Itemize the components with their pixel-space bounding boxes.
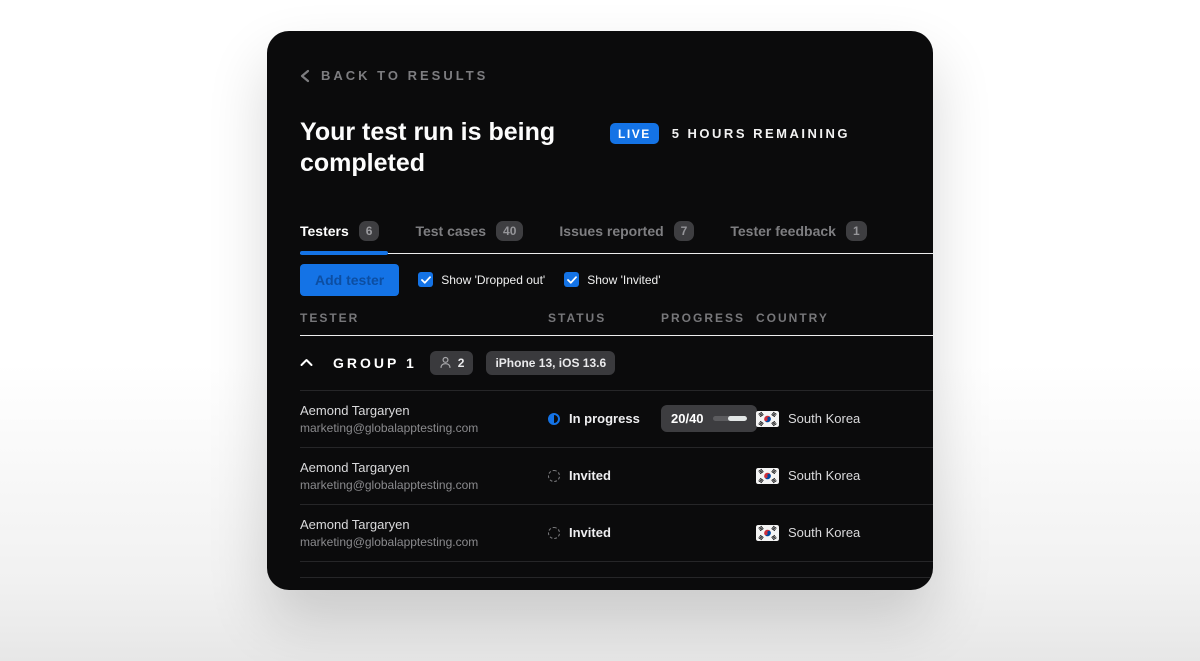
invited-icon	[548, 527, 560, 539]
progress-cell: 20/40	[661, 405, 756, 432]
tab-count-badge: 1	[846, 221, 867, 241]
country-label: South Korea	[788, 411, 860, 426]
column-header-tester: TESTER	[300, 311, 548, 325]
tab-label: Testers	[300, 223, 349, 239]
tab-label: Tester feedback	[730, 223, 836, 239]
person-icon	[439, 356, 452, 369]
chevron-up-icon[interactable]	[300, 358, 320, 367]
checkbox-label: Show 'Dropped out'	[441, 273, 545, 287]
tester-cell: Aemond Targaryen marketing@globalapptest…	[300, 403, 548, 435]
test-run-card: BACK TO RESULTS Your test run is beingco…	[267, 31, 933, 590]
back-link-label: BACK TO RESULTS	[321, 68, 488, 83]
progress-value: 20/40	[671, 411, 704, 426]
live-badge: LIVE	[610, 123, 659, 144]
tester-email: marketing@globalapptesting.com	[300, 535, 548, 549]
group-device-badge: iPhone 13, iOS 13.6	[486, 351, 615, 375]
tester-name: Aemond Targaryen	[300, 517, 548, 532]
column-header-country: COUNTRY	[756, 311, 933, 325]
group-row[interactable]: GROUP 1 2 iPhone 13, iOS 13.6	[300, 336, 933, 391]
tab-testers[interactable]: Testers 6	[300, 221, 379, 253]
country-cell: South Korea	[756, 525, 933, 541]
tab-count-badge: 7	[674, 221, 695, 241]
in-progress-icon	[548, 413, 560, 425]
invited-icon	[548, 470, 560, 482]
show-dropped-out-checkbox[interactable]: Show 'Dropped out'	[418, 272, 545, 287]
tester-cell: Aemond Targaryen marketing@globalapptest…	[300, 460, 548, 492]
country-cell: South Korea	[756, 468, 933, 484]
column-header-progress: PROGRESS	[661, 311, 756, 325]
tab-label: Test cases	[415, 223, 486, 239]
chevron-left-icon	[300, 69, 310, 83]
tab-count-badge: 40	[496, 221, 523, 241]
checkbox-checked-icon	[418, 272, 433, 287]
status-label: Invited	[569, 525, 611, 540]
tab-test-cases[interactable]: Test cases 40	[415, 221, 523, 253]
tester-name: Aemond Targaryen	[300, 403, 548, 418]
tester-email: marketing@globalapptesting.com	[300, 421, 548, 435]
south-korea-flag-icon	[756, 468, 779, 484]
south-korea-flag-icon	[756, 525, 779, 541]
status-cell: Invited	[548, 468, 661, 483]
country-cell: South Korea	[756, 411, 933, 427]
time-remaining: 5 HOURS REMAINING	[672, 126, 850, 141]
south-korea-flag-icon	[756, 411, 779, 427]
checkbox-label: Show 'Invited'	[587, 273, 660, 287]
tab-bar: Testers 6 Test cases 40 Issues reported …	[300, 221, 933, 254]
tab-tester-feedback[interactable]: Tester feedback 1	[730, 221, 866, 253]
tab-label: Issues reported	[559, 223, 663, 239]
live-status: LIVE 5 HOURS REMAINING	[610, 123, 850, 144]
tester-cell: Aemond Targaryen marketing@globalapptest…	[300, 517, 548, 549]
table-row[interactable]: Aemond Targaryen marketing@globalapptest…	[300, 448, 933, 505]
column-header-status: STATUS	[548, 311, 661, 325]
table-row[interactable]: Aemond Targaryen marketing@globalapptest…	[300, 505, 933, 562]
tester-email: marketing@globalapptesting.com	[300, 478, 548, 492]
status-label: In progress	[569, 411, 640, 426]
group-name: GROUP 1	[333, 355, 417, 371]
progress-bar	[713, 416, 747, 421]
table-header: TESTER STATUS PROGRESS COUNTRY	[300, 311, 933, 336]
page-title: Your test run is beingcompleted	[300, 117, 555, 179]
group-tester-count: 2	[458, 356, 465, 370]
next-row-partial	[300, 562, 933, 578]
country-label: South Korea	[788, 525, 860, 540]
show-invited-checkbox[interactable]: Show 'Invited'	[564, 272, 660, 287]
checkbox-checked-icon	[564, 272, 579, 287]
status-cell: In progress	[548, 411, 661, 426]
status-label: Invited	[569, 468, 611, 483]
table-row[interactable]: Aemond Targaryen marketing@globalapptest…	[300, 391, 933, 448]
progress-badge: 20/40	[661, 405, 757, 432]
add-tester-button[interactable]: Add tester	[300, 264, 399, 296]
back-to-results-link[interactable]: BACK TO RESULTS	[300, 68, 488, 83]
status-cell: Invited	[548, 525, 661, 540]
country-label: South Korea	[788, 468, 860, 483]
tab-issues-reported[interactable]: Issues reported 7	[559, 221, 694, 253]
tab-count-badge: 6	[359, 221, 380, 241]
tester-name: Aemond Targaryen	[300, 460, 548, 475]
group-tester-count-badge: 2	[430, 351, 474, 375]
